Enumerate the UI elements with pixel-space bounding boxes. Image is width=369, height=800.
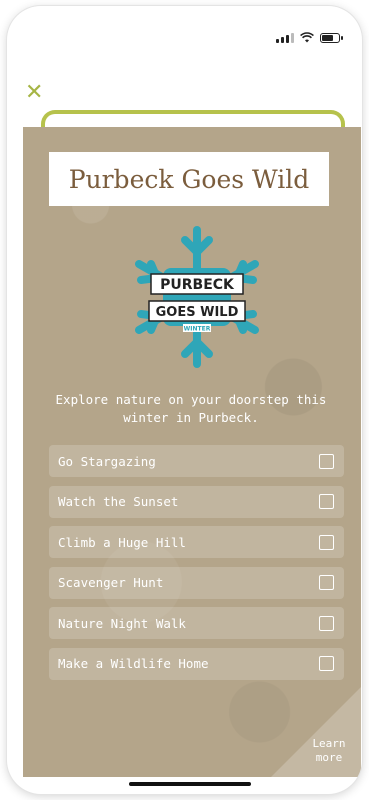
intro-text: Explore nature on your doorstep this win… [55,392,327,425]
home-indicator[interactable] [129,782,251,786]
task-label: Make a Wildlife Home [58,656,209,671]
task-list: Go Stargazing Watch the Sunset Climb a H… [49,445,344,688]
task-item-hill[interactable]: Climb a Huge Hill [49,526,344,558]
task-checkbox[interactable] [319,534,334,550]
task-item-wildlife-home[interactable]: Make a Wildlife Home [49,647,344,680]
task-checkbox[interactable] [319,615,334,631]
task-label: Nature Night Walk [58,615,186,631]
phone-frame: ✕ Purbeck Goes Wild PURBECK GOES WILD WI… [7,6,362,794]
task-label: Scavenger Hunt [58,575,164,590]
page-title: Purbeck Goes Wild [49,152,329,206]
task-label: Go Stargazing [58,453,156,469]
task-item-stargazing[interactable]: Go Stargazing [49,445,344,477]
task-item-sunset[interactable]: Watch the Sunset [49,485,344,518]
activity-card: Purbeck Goes Wild PURBECK GOES WILD WINT… [23,127,361,777]
logo-badge: WINTER [184,326,211,333]
task-label: Watch the Sunset [58,494,179,509]
logo-text-line2: GOES WILD [156,305,239,320]
task-checkbox[interactable] [319,494,334,509]
task-checkbox[interactable] [319,575,334,590]
signal-icon [276,32,294,43]
task-checkbox[interactable] [319,453,334,469]
wifi-icon [300,32,314,43]
status-bar [276,32,343,43]
learn-more-link[interactable]: Learn more [309,737,349,765]
logo-text-line1: PURBECK [160,277,235,293]
task-label: Climb a Huge Hill [58,534,186,550]
task-item-scavenger-hunt[interactable]: Scavenger Hunt [49,566,344,599]
task-checkbox[interactable] [319,656,334,671]
close-icon[interactable]: ✕ [25,82,43,104]
battery-icon [320,32,343,43]
snowflake-logo: PURBECK GOES WILD WINTER [135,226,259,368]
task-item-night-walk[interactable]: Nature Night Walk [49,607,344,639]
